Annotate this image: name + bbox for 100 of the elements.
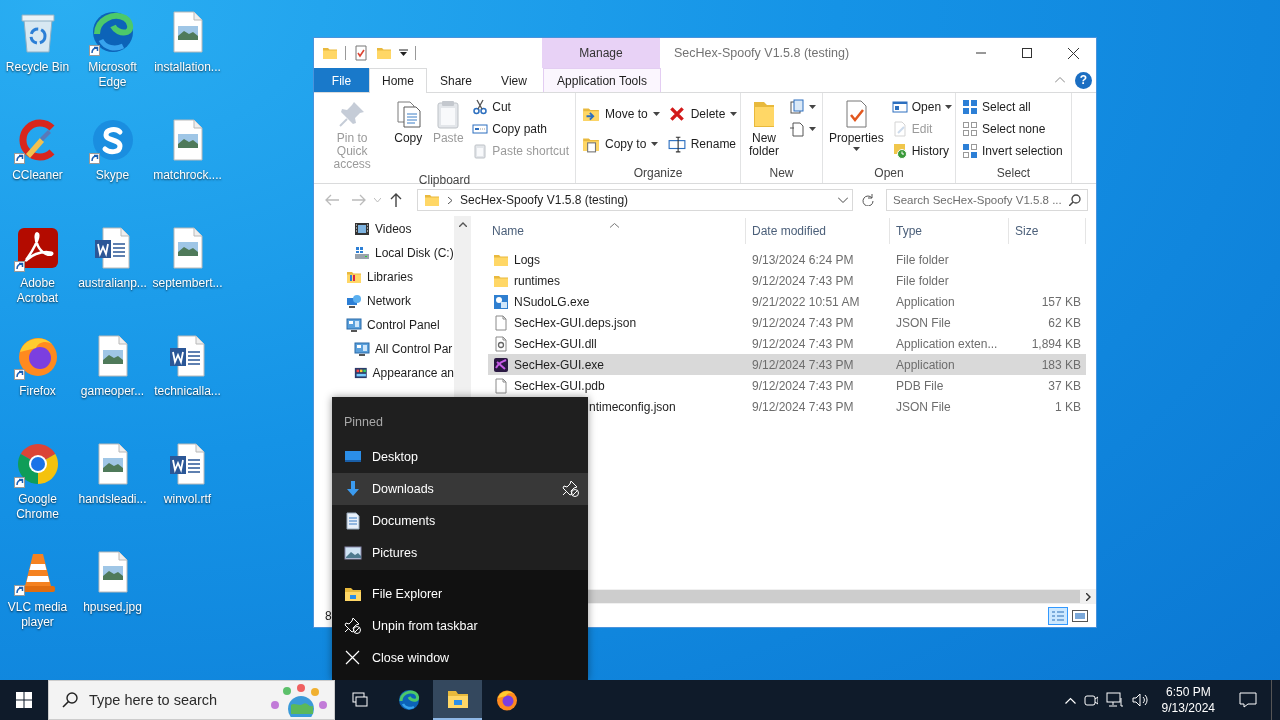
unpin-icon[interactable] (562, 480, 580, 498)
chevron-right-icon (448, 196, 452, 204)
group-label: New (768, 166, 795, 181)
window-icon (891, 99, 908, 115)
file-row[interactable]: runtimes 9/12/2024 7:43 PM File folder (488, 270, 1086, 291)
type-cell-text: Application exten... (895, 336, 999, 351)
ribbon-button[interactable]: Open (888, 96, 956, 118)
clock-time[interactable]: 6:50 PM (1165, 684, 1211, 700)
clipboard-icon (472, 143, 489, 159)
ribbon-button[interactable]: Copy (389, 96, 428, 147)
ribbon-button[interactable]: Rename (664, 131, 741, 157)
chevron-down-icon[interactable] (838, 197, 848, 203)
context-tab-label: Manage (542, 38, 660, 68)
name-cell[interactable]: SecHex-GUI.exe (488, 356, 746, 373)
dropdown-icon[interactable] (399, 49, 408, 57)
ribbon-tab[interactable]: Share (427, 68, 485, 92)
file-row[interactable]: SecHex-GUI.exe 9/12/2024 7:43 PM Application 183 KB (488, 354, 1086, 375)
group-label: Organize (632, 166, 684, 181)
name-cell[interactable]: runtimes (488, 272, 746, 289)
jump-list-item[interactable]: Documents (332, 505, 588, 537)
ribbon-button[interactable]: Cut (469, 96, 572, 118)
file-row[interactable]: SecHex-GUI.dll 9/12/2024 7:43 PM Application exten... 1,894 KB (488, 333, 1086, 354)
nav-item[interactable]: Control Panel (314, 313, 454, 337)
file-row[interactable]: SecHex-GUI.pdb 9/12/2024 7:43 PM PDB File 37 KB (488, 375, 1086, 396)
file-icon (493, 377, 509, 394)
column-header[interactable]: Type (890, 218, 1009, 244)
library-folder-icon (346, 269, 362, 285)
ribbon-button[interactable]: Invert selection (959, 140, 1066, 162)
folder-copy-icon (582, 135, 600, 153)
ribbon-button[interactable]: Select none (959, 118, 1066, 140)
column-header[interactable]: Size (1009, 218, 1086, 244)
refresh-icon (862, 194, 874, 206)
type-cell-text: Application (895, 357, 956, 372)
date-cell-text: 9/12/2024 7:43 PM (751, 315, 855, 330)
clock-date[interactable]: 9/13/2024 (1161, 700, 1215, 716)
ribbon-button[interactable]: Copy to (579, 131, 663, 157)
jump-list-item[interactable]: Unpin from taskbar (332, 610, 588, 642)
scroll-right-icon[interactable] (1085, 592, 1091, 601)
file-row[interactable]: SecHex-GUI.deps.json 9/12/2024 7:43 PM JSON File 62 KB (488, 312, 1086, 333)
ribbon-button[interactable]: New folder (744, 96, 784, 160)
ribbon-tab[interactable]: Application Tools (543, 68, 661, 92)
nav-item[interactable]: Libraries (314, 265, 454, 289)
checklist-icon[interactable] (353, 45, 369, 61)
camera-icon[interactable] (1083, 692, 1098, 708)
speaker-icon[interactable] (1131, 692, 1150, 708)
jump-list-item[interactable]: Pictures (332, 537, 588, 569)
group-label: Select (995, 166, 1032, 181)
ribbon-tab[interactable]: View (485, 68, 543, 92)
jump-list-item[interactable]: File Explorer (332, 578, 588, 610)
jump-list-item[interactable]: Downloads (332, 473, 588, 505)
column-header[interactable]: Name (488, 218, 746, 244)
control-panel-icon (354, 341, 370, 357)
window-title: SecHex-Spoofy V1.5.8 (testing) (673, 46, 851, 60)
file-icon (493, 314, 509, 331)
network-icon[interactable] (1105, 692, 1124, 708)
scroll-up-icon[interactable] (458, 222, 467, 227)
app-icon (493, 356, 509, 373)
nav-item[interactable]: Local Disk (C:) (314, 241, 454, 265)
ribbon-button[interactable]: Select all (959, 96, 1066, 118)
ribbon-tab[interactable]: File (314, 68, 369, 92)
desktop-icon-label[interactable]: hpused.jpg (83, 600, 142, 615)
ribbon-tab[interactable]: Home (369, 68, 427, 93)
size-cell-text: 1,894 KB (1030, 336, 1082, 351)
file-row[interactable]: Logs 9/13/2024 6:24 PM File folder (488, 249, 1086, 270)
name-cell[interactable]: SecHex-GUI.deps.json (488, 314, 746, 331)
breadcrumb[interactable]: SecHex-Spoofy V1.5.8 (testing) (460, 193, 830, 207)
nav-item[interactable]: All Control Par (314, 337, 454, 361)
name-cell[interactable]: SecHex-GUI.pdb (488, 377, 746, 394)
large-icons-view-icon[interactable] (1072, 608, 1088, 623)
scissors-icon (472, 99, 489, 115)
folder-icon (424, 192, 440, 208)
help-button[interactable]: ? (1075, 71, 1092, 89)
close-icon (1067, 47, 1079, 59)
ribbon-button[interactable]: Move to (579, 101, 663, 127)
size-cell-text: 37 KB (1047, 378, 1082, 393)
name-cell[interactable]: SecHex-GUI.dll (488, 335, 746, 352)
type-cell-text: PDB File (895, 378, 945, 393)
jump-list-item[interactable]: Desktop (332, 441, 588, 473)
date-cell-text: 9/21/2022 10:51 AM (751, 294, 861, 309)
nav-item[interactable]: Appearance an (314, 361, 454, 385)
search-field[interactable]: Type here to search (48, 680, 335, 720)
search-field[interactable]: Search SecHex-Spoofy V1.5.8 ... (886, 189, 1088, 211)
name-cell[interactable]: NSudoLG.exe (488, 293, 746, 310)
taskbar-button[interactable] (433, 680, 482, 720)
address-bar[interactable]: SecHex-Spoofy V1.5.8 (testing) (417, 189, 853, 211)
desktop-icon-label[interactable]: VLC media player (0, 600, 75, 630)
browser-icon (494, 688, 519, 712)
name-cell[interactable]: Logs (488, 251, 746, 268)
column-header[interactable]: Date modified (746, 218, 890, 244)
jump-list-item[interactable]: Close window (332, 642, 588, 674)
rename-icon (667, 135, 686, 153)
app-icon (493, 293, 509, 310)
nav-item[interactable]: Network (314, 289, 454, 313)
ribbon-button[interactable]: Copy path (469, 118, 572, 140)
file-row[interactable]: NSudoLG.exe 9/21/2022 10:51 AM Application 157 KB (488, 291, 1086, 312)
nav-item[interactable]: Videos (314, 217, 454, 241)
status-text: 8 (325, 608, 332, 623)
ribbon-button[interactable]: Delete (664, 101, 741, 127)
ribbon-button[interactable]: Properties (826, 96, 887, 153)
ribbon-button[interactable]: History (888, 140, 956, 162)
